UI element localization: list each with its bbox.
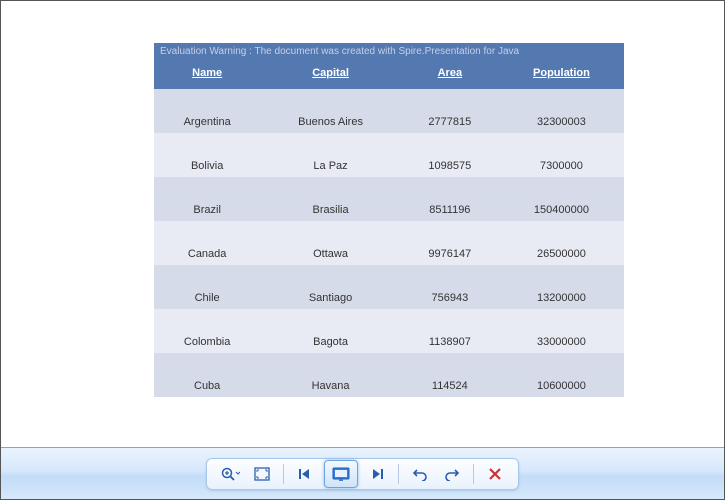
cell-name: Cuba bbox=[154, 374, 260, 397]
table-row: CanadaOttawa997614726500000 bbox=[154, 242, 624, 265]
cell-capital: Bagota bbox=[260, 330, 401, 353]
cell-name: Brazil bbox=[154, 198, 260, 221]
cell-population: 150400000 bbox=[499, 198, 624, 221]
cell-population: 10600000 bbox=[499, 374, 624, 397]
cell-capital: Havana bbox=[260, 374, 401, 397]
cell-name: Bolivia bbox=[154, 154, 260, 177]
table-row-spacer bbox=[154, 89, 624, 110]
cell-name: Canada bbox=[154, 242, 260, 265]
cell-area: 114524 bbox=[401, 374, 499, 397]
cell-capital: La Paz bbox=[260, 154, 401, 177]
cell-capital: Buenos Aires bbox=[260, 110, 401, 133]
table-row: BoliviaLa Paz10985757300000 bbox=[154, 154, 624, 177]
table-header-row: Name Capital Area Population bbox=[154, 59, 624, 89]
bottom-toolbar-area bbox=[1, 447, 724, 499]
table-row-spacer bbox=[154, 133, 624, 154]
cell-area: 1138907 bbox=[401, 330, 499, 353]
table-row: ColombiaBagota113890733000000 bbox=[154, 330, 624, 353]
cell-area: 1098575 bbox=[401, 154, 499, 177]
last-slide-button[interactable] bbox=[364, 462, 390, 486]
cell-area: 9976147 bbox=[401, 242, 499, 265]
table-row-spacer bbox=[154, 309, 624, 330]
col-header: Population bbox=[499, 59, 624, 89]
table-row-spacer bbox=[154, 353, 624, 374]
table-row: ChileSantiago75694313200000 bbox=[154, 286, 624, 309]
fit-screen-button[interactable] bbox=[249, 462, 275, 486]
cell-area: 2777815 bbox=[401, 110, 499, 133]
table-row: ArgentinaBuenos Aires277781532300003 bbox=[154, 110, 624, 133]
col-header: Name bbox=[154, 59, 260, 89]
undo-button[interactable] bbox=[407, 462, 433, 486]
close-button[interactable] bbox=[482, 462, 508, 486]
table-row-spacer bbox=[154, 177, 624, 198]
separator bbox=[473, 464, 474, 484]
cell-capital: Santiago bbox=[260, 286, 401, 309]
separator bbox=[398, 464, 399, 484]
col-header: Area bbox=[401, 59, 499, 89]
table-row-spacer bbox=[154, 265, 624, 286]
cell-population: 33000000 bbox=[499, 330, 624, 353]
cell-population: 7300000 bbox=[499, 154, 624, 177]
presentation-slide: Evaluation Warning : The document was cr… bbox=[154, 43, 624, 397]
table-row: BrazilBrasilia8511196150400000 bbox=[154, 198, 624, 221]
cell-population: 13200000 bbox=[499, 286, 624, 309]
cell-area: 756943 bbox=[401, 286, 499, 309]
document-canvas: Evaluation Warning : The document was cr… bbox=[5, 5, 720, 447]
toolbar bbox=[206, 458, 519, 490]
col-header: Capital bbox=[260, 59, 401, 89]
cell-capital: Brasilia bbox=[260, 198, 401, 221]
cell-name: Argentina bbox=[154, 110, 260, 133]
redo-button[interactable] bbox=[439, 462, 465, 486]
evaluation-warning: Evaluation Warning : The document was cr… bbox=[154, 43, 624, 59]
separator bbox=[283, 464, 284, 484]
slideshow-button[interactable] bbox=[324, 460, 358, 488]
cell-population: 32300003 bbox=[499, 110, 624, 133]
table-row-spacer bbox=[154, 221, 624, 242]
cell-area: 8511196 bbox=[401, 198, 499, 221]
data-table: Name Capital Area Population ArgentinaBu… bbox=[154, 59, 624, 397]
table-row: CubaHavana11452410600000 bbox=[154, 374, 624, 397]
cell-name: Chile bbox=[154, 286, 260, 309]
cell-name: Colombia bbox=[154, 330, 260, 353]
cell-capital: Ottawa bbox=[260, 242, 401, 265]
zoom-button[interactable] bbox=[217, 462, 243, 486]
cell-population: 26500000 bbox=[499, 242, 624, 265]
first-slide-button[interactable] bbox=[292, 462, 318, 486]
